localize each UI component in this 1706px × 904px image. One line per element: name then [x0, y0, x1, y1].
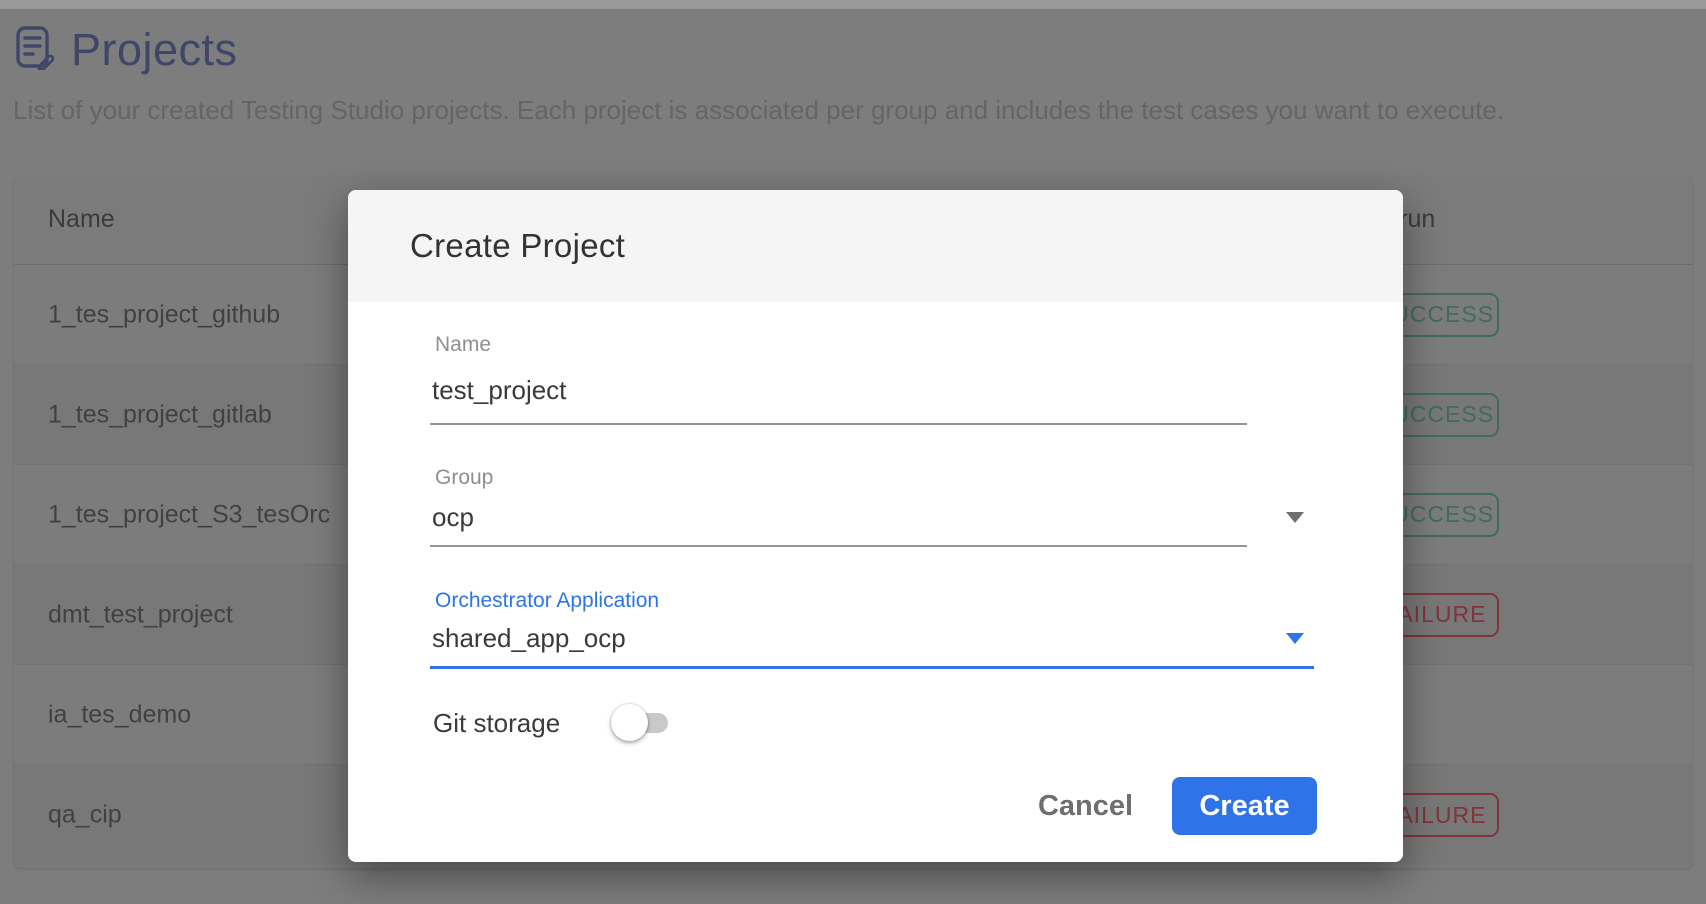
- cancel-button[interactable]: Cancel: [1018, 788, 1153, 824]
- page-title: Projects: [71, 24, 238, 76]
- project-name-cell: 1_tes_project_gitlab: [48, 400, 272, 429]
- project-name-cell: 1_tes_project_github: [48, 300, 280, 329]
- orchestrator-select-underline: [430, 666, 1314, 669]
- name-field-label: Name: [435, 333, 491, 357]
- project-name-cell: ia_tes_demo: [48, 700, 191, 729]
- dialog-header: Create Project: [348, 190, 1403, 302]
- page-header: Projects: [14, 24, 238, 76]
- create-project-dialog: Create Project Name test_project Group o…: [348, 190, 1403, 862]
- project-name-cell: dmt_test_project: [48, 600, 233, 629]
- git-storage-label: Git storage: [433, 708, 560, 739]
- name-input[interactable]: test_project: [432, 375, 566, 406]
- group-dropdown-caret-icon[interactable]: [1286, 512, 1304, 523]
- group-field-label: Group: [435, 466, 493, 490]
- group-select-underline: [430, 545, 1247, 547]
- column-header-name: Name: [48, 205, 115, 234]
- page-subtitle: List of your created Testing Studio proj…: [13, 95, 1613, 126]
- git-storage-toggle-knob[interactable]: [611, 704, 648, 741]
- name-input-underline: [430, 423, 1247, 425]
- project-name-cell: 1_tes_project_S3_tesOrc: [48, 500, 330, 529]
- orchestrator-select[interactable]: shared_app_ocp: [432, 623, 626, 654]
- orchestrator-field-label: Orchestrator Application: [435, 589, 659, 613]
- group-select[interactable]: ocp: [432, 502, 474, 533]
- top-app-strip: [0, 0, 1706, 9]
- orchestrator-dropdown-caret-icon[interactable]: [1286, 633, 1304, 644]
- projects-note-edit-icon: [14, 25, 57, 75]
- dialog-title: Create Project: [410, 227, 625, 265]
- project-name-cell: qa_cip: [48, 801, 122, 830]
- create-button[interactable]: Create: [1172, 777, 1317, 835]
